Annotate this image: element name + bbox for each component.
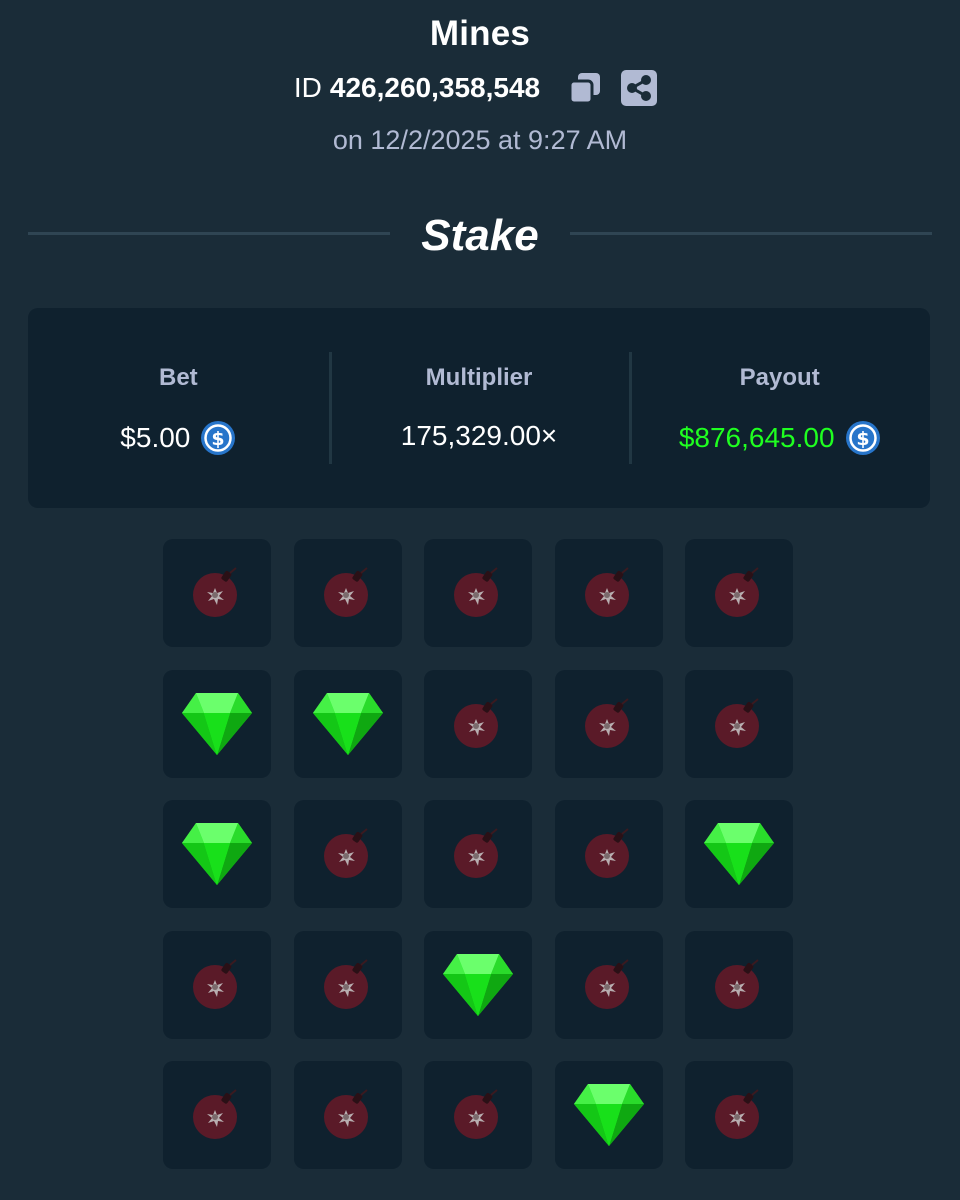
tile-r4c1[interactable] [163, 930, 271, 1039]
mine-icon [319, 825, 377, 883]
payout-stat: Payout $876,645.00 $ [629, 308, 930, 508]
gem-icon [572, 1082, 646, 1148]
tile-r1c5[interactable] [685, 539, 793, 647]
mine-icon [580, 564, 638, 622]
mines-board [163, 539, 795, 1169]
tile-r3c5[interactable] [685, 800, 793, 908]
payout-label: Payout [739, 364, 820, 391]
tile-r2c5[interactable] [685, 669, 793, 778]
bet-id-number: 426,260,358,548 [329, 72, 541, 103]
tile-r3c2[interactable] [293, 800, 402, 908]
mine-icon [449, 825, 507, 883]
game-title: Mines [429, 14, 531, 53]
copy-icon[interactable] [566, 69, 604, 107]
tile-r2c2[interactable] [293, 669, 402, 778]
tile-r2c4[interactable] [554, 669, 663, 778]
tile-r4c5[interactable] [685, 930, 793, 1039]
tile-r1c1[interactable] [163, 539, 271, 647]
tile-r5c1[interactable] [163, 1061, 271, 1169]
mine-icon [449, 564, 507, 622]
tile-r2c1[interactable] [163, 669, 271, 778]
mine-icon [319, 1086, 377, 1144]
share-icon[interactable] [620, 69, 658, 107]
svg-text:$: $ [856, 428, 869, 450]
tile-r3c3[interactable] [424, 800, 532, 908]
mine-icon [188, 564, 246, 622]
gem-icon [311, 691, 385, 757]
bet-amount: $5.00 [120, 422, 191, 453]
bet-stat: Bet $5.00 $ [28, 308, 329, 508]
tile-r5c2[interactable] [293, 1061, 402, 1169]
mine-icon [580, 695, 638, 753]
bet-date: on 12/2/2025 at 9:27 AM [332, 125, 628, 155]
multiplier-value: 175,329.00× [400, 420, 558, 451]
tile-r3c1[interactable] [163, 800, 271, 908]
mine-icon [319, 956, 377, 1014]
stake-logo: Stake [421, 211, 538, 260]
tile-r1c4[interactable] [554, 539, 663, 647]
bet-id-row: ID 426,260,358,548 [0, 66, 960, 110]
bet-summary-card: Bet $5.00 $ Multiplier 175,329.00× Payou… [28, 308, 930, 508]
tile-r1c2[interactable] [293, 539, 402, 647]
mine-icon [449, 695, 507, 753]
multiplier-value-row: 175,329.00× [329, 420, 630, 452]
mine-icon [710, 564, 768, 622]
tile-r5c5[interactable] [685, 1061, 793, 1169]
mine-icon [449, 1086, 507, 1144]
mine-icon [580, 956, 638, 1014]
tile-r4c2[interactable] [293, 930, 402, 1039]
tile-r5c3[interactable] [424, 1061, 532, 1169]
bet-value-row: $5.00 $ [28, 420, 329, 456]
tile-r5c4[interactable] [554, 1061, 663, 1169]
mine-icon [710, 1086, 768, 1144]
gem-icon [441, 952, 515, 1018]
multiplier-label: Multiplier [425, 364, 533, 391]
gem-icon [180, 821, 254, 887]
divider-line-left [28, 232, 390, 235]
mine-icon [580, 825, 638, 883]
bet-id-prefix: ID [293, 72, 322, 103]
bet-id: ID 426,260,358,548 [294, 72, 540, 104]
gem-icon [180, 691, 254, 757]
multiplier-stat: Multiplier 175,329.00× [328, 308, 630, 508]
payout-amount: $876,645.00 [678, 422, 835, 453]
payout-value-row: $876,645.00 $ [629, 420, 930, 456]
usdc-coin-icon: $ [845, 421, 880, 455]
tile-r1c3[interactable] [424, 539, 532, 647]
mine-icon [188, 956, 246, 1014]
mine-icon [710, 956, 768, 1014]
mine-icon [710, 695, 768, 753]
brand-divider: Stake [28, 196, 932, 272]
divider-line-right [570, 232, 932, 235]
tile-r4c3[interactable] [424, 930, 532, 1039]
mine-icon [188, 1086, 246, 1144]
svg-text:Stake: Stake [421, 211, 538, 260]
usdc-coin-icon: $ [201, 421, 236, 455]
svg-text:$: $ [212, 428, 225, 450]
bet-label: Bet [159, 364, 198, 391]
mine-icon [319, 564, 377, 622]
tile-r4c4[interactable] [554, 930, 663, 1039]
tile-r2c3[interactable] [424, 669, 532, 778]
tile-r3c4[interactable] [554, 800, 663, 908]
gem-icon [702, 821, 776, 887]
